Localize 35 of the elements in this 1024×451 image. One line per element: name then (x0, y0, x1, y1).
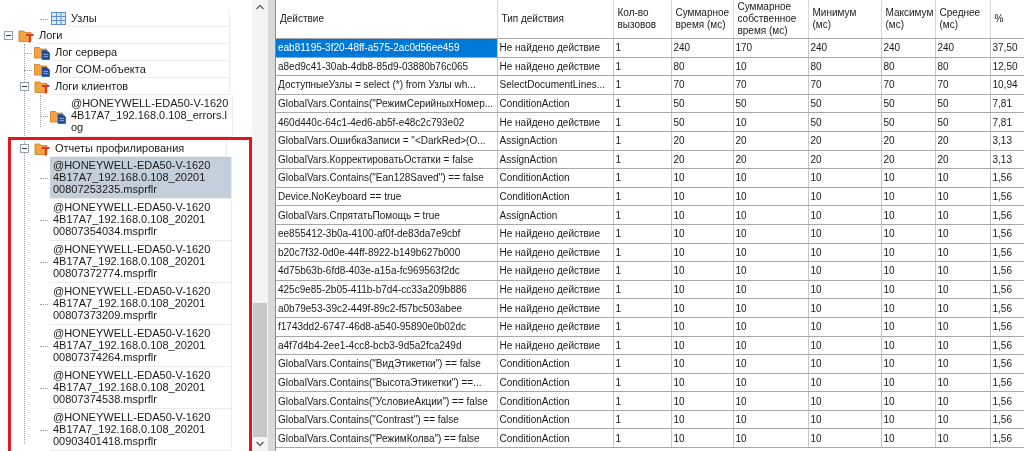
column-header[interactable]: % (990, 0, 1024, 39)
collapse-icon[interactable] (19, 144, 29, 153)
folder-document-icon (34, 62, 50, 77)
tree-item[interactable]: Отчеты профилирования (52, 140, 227, 157)
folder-tool-icon (34, 79, 50, 94)
column-header[interactable]: Тип действия (497, 0, 613, 39)
tree-item[interactable]: @HONEYWELL-EDA50-V-16204B17A7_192.168.0.108_errors.log (68, 95, 233, 137)
tree-item[interactable]: Логи (36, 27, 230, 44)
column-header[interactable]: Кол-во вызовов (613, 0, 671, 39)
folder-document-icon (34, 45, 50, 60)
tree-item[interactable]: @HONEYWELL-EDA50-V-16204B17A7_192.168.0.108_2020100903401418.msprflr (50, 409, 232, 451)
column-header[interactable]: Суммарное время (мс) (671, 0, 733, 39)
column-header[interactable]: Максимум (мс) (881, 0, 935, 39)
folder-tool-icon (34, 141, 50, 156)
tree-item[interactable]: Лог COM-объекта (52, 61, 230, 78)
tree-item[interactable]: @HONEYWELL-EDA50-V-16204B17A7_192.168.0.108_2020100807372774.msprflr (50, 241, 232, 283)
splitter[interactable] (268, 0, 276, 451)
collapse-icon[interactable] (19, 82, 29, 91)
column-header[interactable]: Среднее (мс) (935, 0, 990, 39)
column-header[interactable]: Действие (276, 0, 497, 39)
folder-tool-icon (18, 28, 34, 43)
collapse-icon[interactable] (3, 31, 13, 40)
tree-item[interactable]: @HONEYWELL-EDA50-V-16204B17A7_192.168.0.108_2020100807253235.msprflr (50, 157, 232, 199)
tree-item[interactable]: Узлы (68, 10, 230, 27)
tree-item[interactable]: Лог сервера (52, 44, 230, 61)
tree-item[interactable]: @HONEYWELL-EDA50-V-16204B17A7_192.168.0.108_2020100807373209.msprflr (50, 283, 232, 325)
tree-item[interactable]: @HONEYWELL-EDA50-V-16204B17A7_192.168.0.108_2020100807374264.msprflr (50, 325, 232, 367)
tree-item[interactable]: Логи клиентов (52, 78, 230, 95)
folder-document-icon (50, 108, 66, 124)
column-header[interactable]: Минимум (мс) (808, 0, 881, 39)
column-header[interactable]: Суммарное собственное время (мс) (733, 0, 808, 39)
table-icon (50, 12, 66, 25)
scrollbar[interactable] (252, 0, 268, 451)
tree-item[interactable]: @HONEYWELL-EDA50-V-16204B17A7_192.168.0.108_2020100807354034.msprflr (50, 199, 232, 241)
tree-item[interactable]: @HONEYWELL-EDA50-V-16204B17A7_192.168.0.108_2020100807374538.msprflr (50, 367, 232, 409)
